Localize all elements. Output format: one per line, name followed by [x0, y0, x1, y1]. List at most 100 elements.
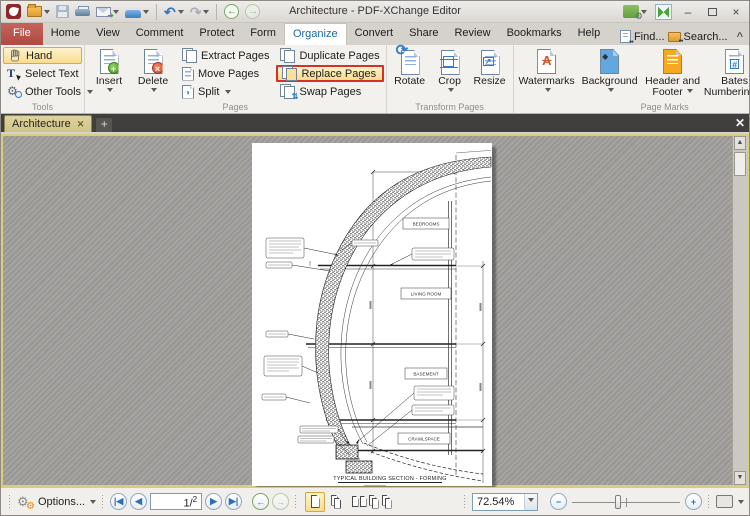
scroll-down-button[interactable]: ▼ — [734, 471, 746, 485]
scan-button[interactable] — [123, 3, 151, 21]
hand-tool-button[interactable]: Hand — [3, 47, 82, 64]
tab-help[interactable]: Help — [570, 23, 609, 45]
duplicate-pages-button[interactable]: Duplicate Pages — [276, 47, 383, 64]
swap-pages-button[interactable]: ⇅ Swap Pages — [276, 83, 383, 101]
status-bar: ⚙ ⚙ Options... |◀ ◀ 1/2 ▶ ▶| ← → 72.54% − — [1, 487, 749, 515]
tab-form[interactable]: Form — [242, 23, 284, 45]
close-pane-button[interactable]: ✕ — [735, 116, 745, 130]
single-page-icon — [310, 495, 320, 508]
maximize-button[interactable] — [702, 4, 722, 20]
group-label-pages: Pages — [222, 102, 249, 112]
options-button[interactable]: Options... — [38, 496, 85, 508]
bates-numbering-button[interactable]: # Bates Numbering — [704, 47, 750, 102]
chevron-down-icon — [738, 500, 744, 507]
rotate-button[interactable]: ⟳ Rotate — [389, 43, 431, 102]
find-button[interactable]: Find... — [634, 31, 665, 43]
page-layout-group — [305, 491, 392, 512]
zoom-slider[interactable] — [570, 494, 682, 510]
select-text-icon: T — [7, 67, 22, 81]
undo-button[interactable]: ↶ — [162, 3, 186, 21]
other-tools-button[interactable]: ⚙ Other Tools — [3, 83, 94, 100]
tab-organize[interactable]: Organize — [283, 23, 347, 45]
chevron-down-icon — [143, 10, 149, 17]
first-page-button[interactable]: |◀ — [110, 493, 128, 510]
previous-page-button[interactable]: ◀ — [130, 493, 148, 510]
delete-pages-button[interactable]: × Delete — [131, 47, 175, 102]
email-button[interactable] — [94, 3, 121, 21]
insert-pages-button[interactable]: + Insert — [87, 47, 131, 102]
insert-page-icon: + — [99, 49, 119, 74]
group-label-tools: Tools — [31, 102, 53, 112]
slider-thumb[interactable] — [614, 494, 621, 509]
open-file-button[interactable] — [25, 3, 52, 21]
delete-label: Delete — [137, 75, 169, 87]
close-tab-icon[interactable]: ✕ — [77, 119, 85, 130]
last-page-button[interactable]: ▶| — [225, 493, 243, 510]
tab-protect[interactable]: Protect — [191, 23, 242, 45]
document-canvas[interactable]: BEDROOMS LIVING ROOM BASEMENT CRAWLSPACE… — [1, 134, 749, 487]
print-button[interactable] — [73, 3, 92, 21]
select-text-button[interactable]: T Select Text — [3, 65, 82, 82]
history-forward-button[interactable]: → — [272, 493, 290, 510]
crop-button[interactable]: Crop — [431, 47, 469, 102]
vertical-scrollbar[interactable]: ▲ ▼ — [732, 136, 747, 485]
zoom-in-button[interactable]: + — [685, 493, 702, 510]
tab-file[interactable]: File — [1, 23, 43, 45]
collapse-ribbon-button[interactable]: ^ — [737, 31, 743, 43]
replace-pages-button[interactable]: Replace Pages — [276, 65, 384, 82]
redo-button[interactable]: ↷ — [188, 3, 212, 21]
resize-button[interactable]: ↗ Resize — [469, 47, 511, 102]
layout-single-page-button[interactable] — [305, 491, 326, 512]
slider-center-tick — [626, 497, 627, 507]
chevron-down-icon — [225, 90, 232, 97]
profile-settings-button[interactable] — [621, 3, 649, 22]
header-footer-button[interactable]: Header and Footer — [642, 47, 704, 102]
watermarks-icon: A — [537, 49, 557, 74]
app-menu-button[interactable] — [4, 3, 23, 21]
zoom-dropdown-button[interactable] — [524, 493, 537, 510]
background-button[interactable]: ◆ Background — [578, 47, 642, 102]
scroll-up-button[interactable]: ▲ — [734, 136, 746, 150]
pdf-xchange-logo-icon — [6, 4, 21, 19]
chevron-down-icon — [203, 10, 210, 17]
tab-home[interactable]: Home — [43, 23, 88, 45]
tab-convert[interactable]: Convert — [347, 23, 402, 45]
ribbon-tab-bar: File Home View Comment Protect Form Orga… — [1, 23, 749, 45]
minimize-button[interactable]: – — [678, 4, 698, 20]
tab-view[interactable]: View — [88, 23, 128, 45]
next-page-button[interactable]: ▶ — [205, 493, 223, 510]
layout-two-pages-button[interactable] — [349, 492, 369, 512]
tab-comment[interactable]: Comment — [128, 23, 192, 45]
nav-forward-button[interactable]: → — [243, 3, 262, 21]
split-button[interactable]: ◑ Split — [178, 83, 273, 100]
watermarks-button[interactable]: A Watermarks — [516, 47, 578, 102]
zoom-out-button[interactable]: − — [550, 493, 567, 510]
page-number-input[interactable]: 1/2 — [150, 493, 203, 510]
tab-review[interactable]: Review — [446, 23, 498, 45]
close-button[interactable]: × — [726, 4, 746, 20]
move-pages-button[interactable]: Move Pages — [178, 65, 273, 82]
save-button[interactable] — [54, 3, 71, 21]
layout-two-pages-continuous-button[interactable] — [368, 492, 392, 512]
search-button[interactable]: Search... — [684, 31, 728, 43]
ribbon-group-pages: + Insert × Delete Extract Pages Move Pag… — [85, 45, 387, 113]
pdf-page[interactable]: BEDROOMS LIVING ROOM BASEMENT CRAWLSPACE… — [252, 143, 492, 486]
duplicate-pages-label: Duplicate Pages — [299, 49, 380, 62]
history-back-button[interactable]: ← — [252, 493, 270, 510]
fit-page-icon[interactable] — [716, 495, 733, 508]
new-tab-button[interactable]: + — [96, 118, 113, 132]
extract-pages-button[interactable]: Extract Pages — [178, 47, 273, 64]
drag-grip — [707, 493, 711, 510]
header-footer-label-2: Footer — [652, 86, 683, 98]
scrollbar-thumb[interactable] — [734, 152, 746, 176]
continuous-icon — [331, 494, 343, 509]
nav-back-button[interactable]: ← — [222, 3, 241, 21]
layout-continuous-button[interactable] — [327, 492, 347, 512]
document-tab-architecture[interactable]: Architecture ✕ — [4, 115, 93, 132]
launch-app-button[interactable] — [653, 3, 674, 21]
chevron-down-icon — [686, 89, 693, 96]
tab-bookmarks[interactable]: Bookmarks — [499, 23, 570, 45]
redo-icon: ↷ — [189, 3, 202, 20]
zoom-level-select[interactable]: 72.54% — [472, 492, 538, 511]
ribbon: Hand T Select Text ⚙ Other Tools Tools + — [1, 43, 750, 114]
